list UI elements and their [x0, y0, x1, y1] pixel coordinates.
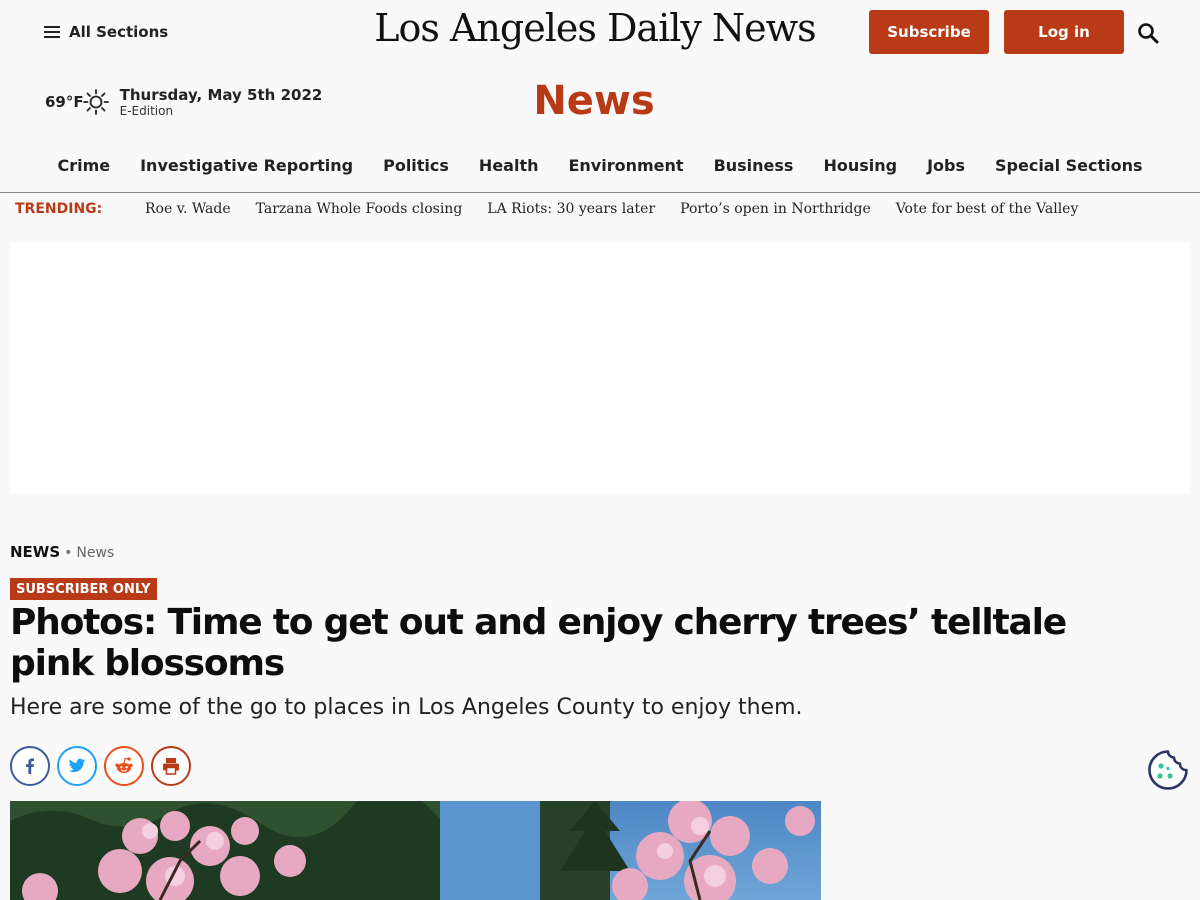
subscribe-button[interactable]: Subscribe [869, 10, 989, 54]
sun-icon [82, 89, 109, 115]
nav-item-special-sections[interactable]: Special Sections [995, 156, 1143, 175]
article-dek: Here are some of the go to places in Los… [10, 695, 803, 720]
breadcrumb-separator: • [64, 545, 73, 561]
subscriber-only-badge: SUBSCRIBER ONLY [10, 578, 157, 600]
cookie-settings-icon[interactable] [1147, 749, 1189, 791]
trending-link[interactable]: Tarzana Whole Foods closing [256, 201, 463, 217]
main-nav: Crime Investigative Reporting Politics H… [0, 156, 1200, 175]
twitter-icon [68, 758, 86, 773]
facebook-icon [26, 758, 34, 774]
site-masthead[interactable]: Los Angeles Daily News [360, 6, 830, 50]
nav-item-housing[interactable]: Housing [823, 156, 897, 175]
share-facebook-button[interactable] [10, 746, 50, 786]
login-button[interactable]: Log in [1004, 10, 1124, 54]
nav-item-business[interactable]: Business [714, 156, 794, 175]
print-icon [163, 758, 179, 775]
trending-link[interactable]: LA Riots: 30 years later [487, 201, 655, 217]
reddit-icon [115, 757, 133, 773]
breadcrumb-section[interactable]: NEWS [10, 543, 60, 561]
share-reddit-button[interactable] [104, 746, 144, 786]
temperature: 69°F [45, 93, 84, 111]
ad-slot [10, 243, 1190, 493]
share-twitter-button[interactable] [57, 746, 97, 786]
nav-item-politics[interactable]: Politics [383, 156, 449, 175]
weather-widget: 69°F Thursday, May 5th 2022 E-Edition [45, 86, 322, 118]
nav-item-jobs[interactable]: Jobs [927, 156, 965, 175]
hero-photo [10, 801, 821, 900]
trending-bar: TRENDING: Roe v. Wade Tarzana Whole Food… [0, 193, 1200, 225]
article-headline: Photos: Time to get out and enjoy cherry… [10, 602, 1067, 684]
e-edition-link[interactable]: E-Edition [120, 104, 323, 118]
current-date: Thursday, May 5th 2022 [119, 86, 323, 104]
nav-item-crime[interactable]: Crime [57, 156, 110, 175]
breadcrumb-subsection[interactable]: News [76, 545, 114, 561]
breadcrumb: NEWS • News [10, 543, 114, 561]
trending-link[interactable]: Roe v. Wade [145, 201, 231, 217]
section-title: News [533, 78, 655, 124]
trending-link[interactable]: Vote for best of the Valley [896, 201, 1079, 217]
hamburger-menu-icon [44, 26, 60, 38]
nav-item-environment[interactable]: Environment [568, 156, 683, 175]
all-sections-label: All Sections [69, 23, 169, 41]
trending-label: TRENDING: [15, 201, 103, 217]
top-bar: All Sections Los Angeles Daily News Subs… [0, 0, 1200, 64]
print-button[interactable] [151, 746, 191, 786]
nav-item-health[interactable]: Health [479, 156, 539, 175]
cherry-blossom-photo [10, 801, 815, 900]
trending-link[interactable]: Porto’s open in Northridge [680, 201, 871, 217]
trending-links: Roe v. Wade Tarzana Whole Foods closing … [145, 201, 1078, 217]
nav-item-investigative-reporting[interactable]: Investigative Reporting [140, 156, 353, 175]
date-block: Thursday, May 5th 2022 E-Edition [120, 86, 323, 118]
share-buttons [10, 746, 191, 786]
all-sections-button[interactable]: All Sections [44, 20, 168, 44]
search-icon[interactable] [1137, 22, 1159, 44]
